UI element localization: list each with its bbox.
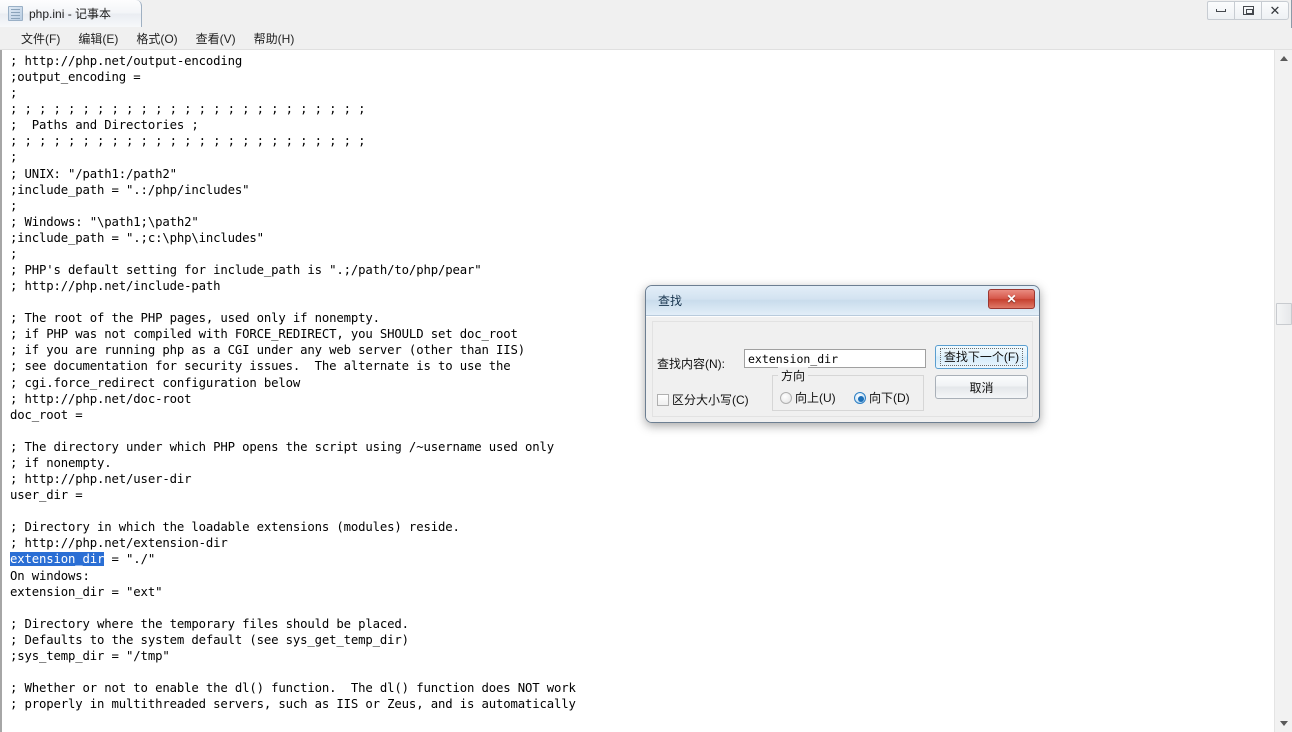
menu-format[interactable]: 格式(O) bbox=[127, 28, 186, 49]
window-title: php.ini - 记事本 bbox=[29, 7, 112, 21]
cancel-button[interactable]: 取消 bbox=[935, 375, 1028, 399]
direction-down-radio[interactable]: 向下(D) bbox=[854, 389, 910, 406]
direction-up-radio[interactable]: 向上(U) bbox=[780, 389, 836, 406]
menu-view[interactable]: 查看(V) bbox=[187, 28, 245, 49]
minimize-icon bbox=[1216, 9, 1226, 12]
radio-selected-icon bbox=[854, 391, 866, 404]
find-dialog-close-button[interactable]: ✕ bbox=[988, 289, 1035, 309]
scroll-down-button[interactable] bbox=[1275, 715, 1292, 732]
radio-unselected-icon bbox=[780, 391, 792, 404]
find-dialog-titlebar[interactable]: 查找 ✕ bbox=[646, 286, 1039, 316]
menu-bar: 文件(F) 编辑(E) 格式(O) 查看(V) 帮助(H) bbox=[0, 28, 1292, 50]
find-dialog-title: 查找 bbox=[658, 294, 683, 308]
find-what-label: 查找内容(N): bbox=[657, 357, 725, 371]
close-icon: ✕ bbox=[1269, 3, 1281, 18]
window-controls: ✕ bbox=[1207, 1, 1289, 20]
menu-file[interactable]: 文件(F) bbox=[12, 28, 69, 49]
vertical-scrollbar[interactable] bbox=[1274, 50, 1292, 732]
match-case-checkbox[interactable]: 区分大小写(C) bbox=[657, 391, 749, 408]
editor-text-before: ; http://php.net/output-encoding ;output… bbox=[10, 54, 555, 551]
close-button[interactable]: ✕ bbox=[1261, 1, 1289, 20]
selected-text[interactable]: extension_dir bbox=[10, 552, 104, 567]
minimize-button[interactable] bbox=[1207, 1, 1235, 20]
match-case-label: 区分大小写(C) bbox=[672, 393, 749, 407]
scrollbar-thumb[interactable] bbox=[1276, 303, 1292, 325]
checkbox-unchecked-icon bbox=[657, 393, 669, 406]
restore-icon bbox=[1242, 6, 1254, 15]
cancel-button-label: 取消 bbox=[969, 380, 994, 395]
maximize-restore-button[interactable] bbox=[1234, 1, 1262, 20]
direction-up-label: 向上(U) bbox=[795, 391, 836, 405]
find-next-button-label: 查找下一个(F) bbox=[939, 348, 1024, 366]
close-icon: ✕ bbox=[1006, 292, 1017, 306]
direction-groupbox-legend: 方向 bbox=[778, 367, 809, 384]
chevron-up-icon bbox=[1279, 56, 1288, 61]
menu-help[interactable]: 帮助(H) bbox=[245, 28, 304, 49]
window-titlebar[interactable]: php.ini - 记事本 bbox=[0, 0, 142, 27]
notepad-document-icon bbox=[8, 6, 23, 21]
menu-edit[interactable]: 编辑(E) bbox=[69, 28, 127, 49]
find-dialog-body: 查找内容(N): 查找下一个(F) 取消 方向 向上(U) 向下(D) 区分大小… bbox=[646, 316, 1039, 422]
chevron-down-icon bbox=[1279, 721, 1288, 726]
find-dialog: 查找 ✕ 查找内容(N): 查找下一个(F) 取消 方向 向上(U) 向下(D)… bbox=[645, 285, 1040, 423]
find-next-button[interactable]: 查找下一个(F) bbox=[935, 345, 1028, 369]
editor-text-after: = "./" On windows: extension_dir = "ext"… bbox=[10, 552, 576, 712]
text-editor[interactable]: ; http://php.net/output-encoding ;output… bbox=[2, 50, 1274, 732]
find-what-input[interactable] bbox=[744, 349, 926, 368]
editor-text: ; http://php.net/output-encoding ;output… bbox=[10, 53, 1274, 712]
scroll-up-button[interactable] bbox=[1275, 50, 1292, 67]
direction-down-label: 向下(D) bbox=[869, 391, 910, 405]
